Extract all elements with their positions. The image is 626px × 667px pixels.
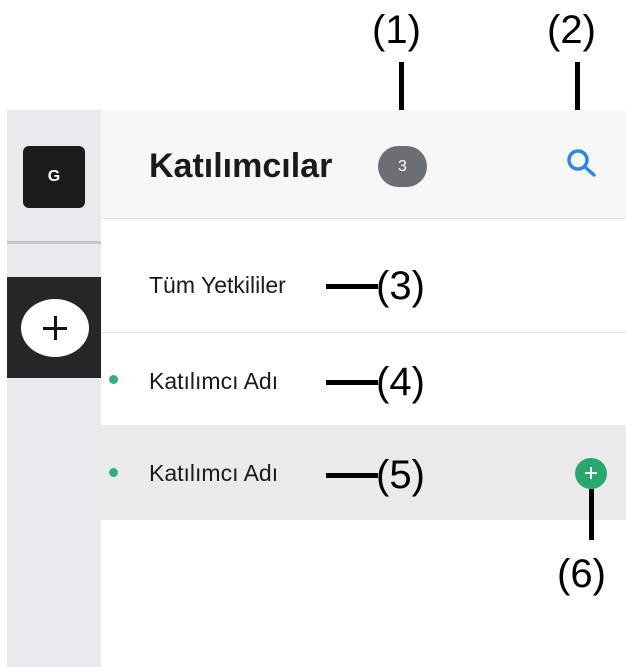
callout-leader (326, 473, 378, 478)
participant-count: 3 (398, 157, 407, 175)
participant-name: Katılımcı Adı (149, 460, 279, 486)
rail-divider (7, 241, 101, 244)
page-title: Katılımcılar (149, 147, 333, 185)
avatar[interactable]: G (23, 146, 85, 208)
online-status-dot (109, 468, 118, 477)
callout-leader (326, 284, 378, 289)
participant-name: Katılımcı Adı (149, 368, 279, 394)
callout-3: (3) (376, 264, 425, 308)
callout-leader (399, 62, 404, 110)
add-space-button[interactable] (21, 299, 89, 357)
callout-leader (589, 489, 594, 540)
callout-leader (326, 380, 378, 385)
search-button[interactable] (562, 143, 606, 183)
callout-6: (6) (557, 552, 606, 596)
callout-2: (2) (547, 8, 596, 52)
callout-leader (575, 62, 580, 110)
add-participant-button[interactable] (575, 458, 607, 489)
search-icon (567, 149, 596, 177)
callout-4: (4) (376, 360, 425, 404)
all-authorized-label: Tüm Yetkililer (149, 272, 286, 298)
online-status-dot (109, 375, 118, 384)
avatar-letter: G (47, 168, 61, 185)
callout-5: (5) (376, 453, 425, 497)
participant-count-badge: 3 (378, 146, 427, 187)
callout-1: (1) (372, 8, 421, 52)
